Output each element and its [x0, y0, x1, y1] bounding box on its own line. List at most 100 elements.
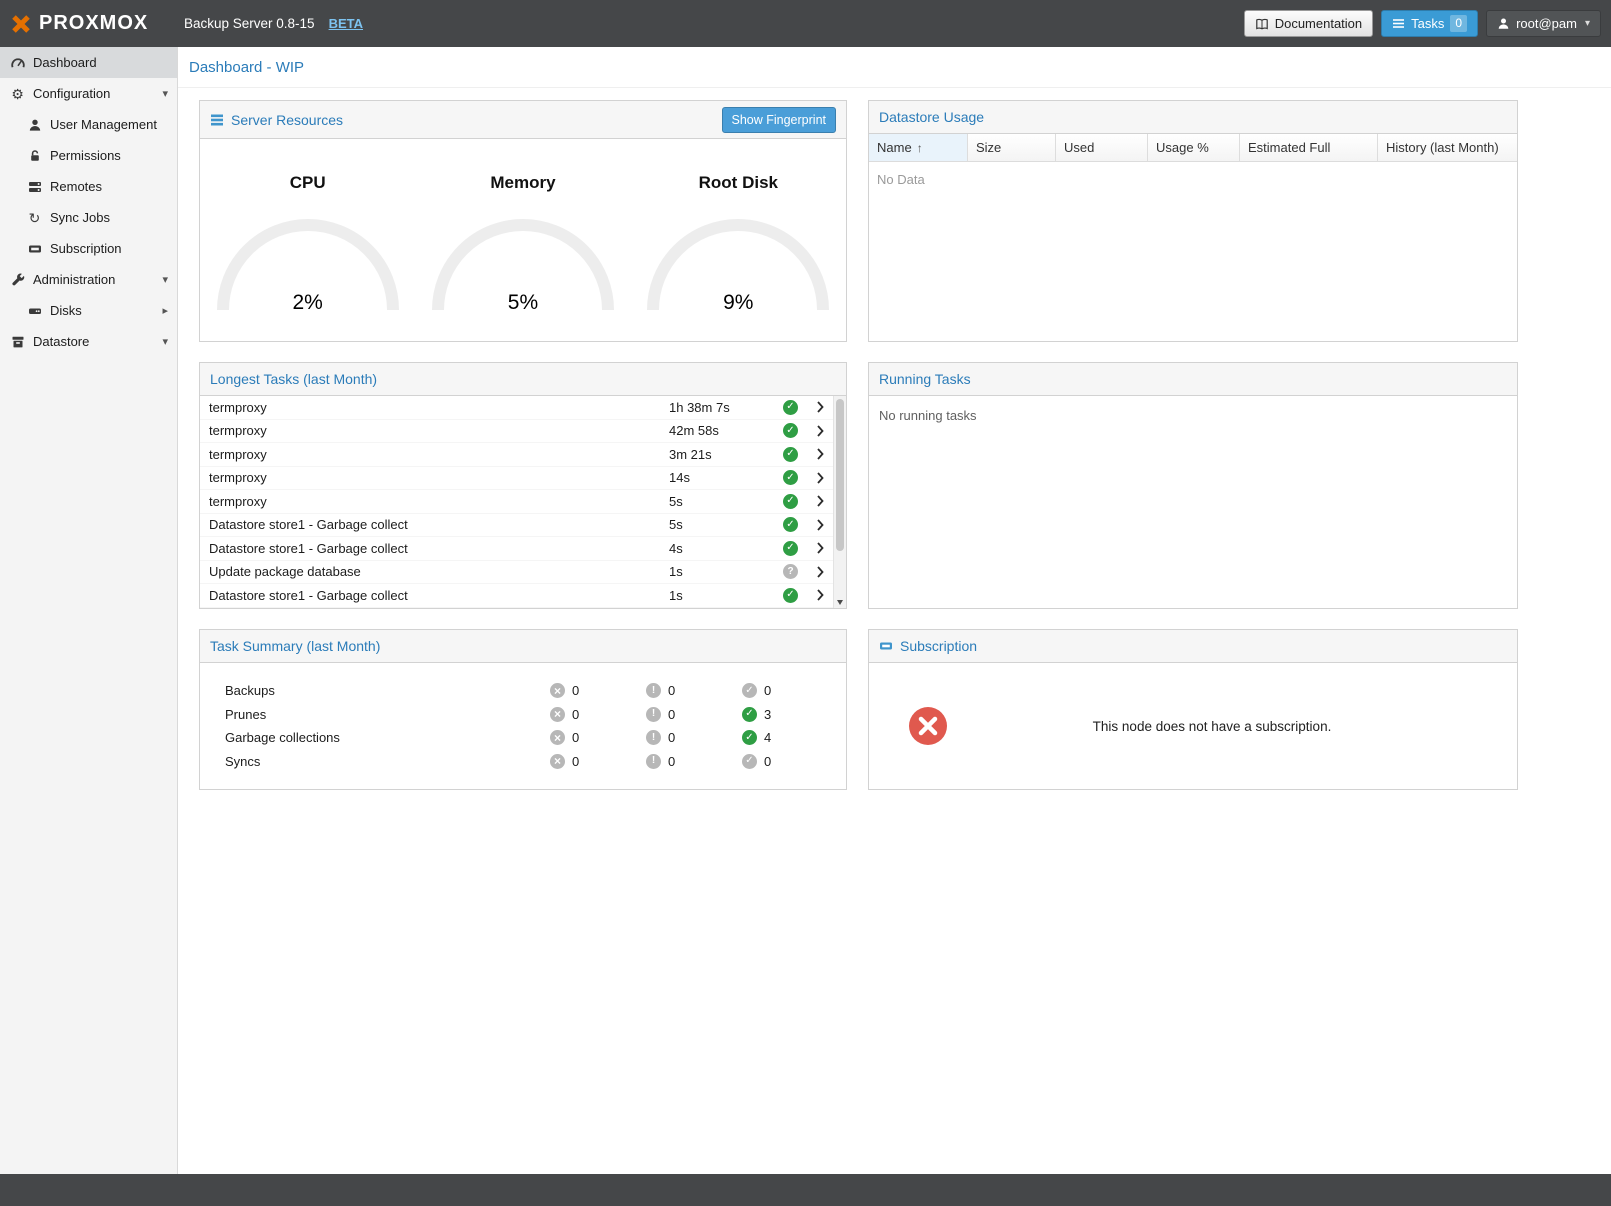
column-header-name[interactable]: Name ↑: [869, 134, 968, 161]
sidebar-item-label: User Management: [50, 117, 157, 132]
task-row[interactable]: termproxy 1h 38m 7s: [200, 396, 833, 420]
task-row[interactable]: termproxy 42m 58s: [200, 420, 833, 444]
scrollbar[interactable]: [833, 396, 846, 608]
task-list-icon: [1392, 17, 1405, 30]
task-status-icon: [783, 447, 798, 462]
book-icon: [1255, 17, 1269, 31]
warning-circle-icon: [646, 730, 661, 745]
column-header-history[interactable]: History (last Month): [1378, 134, 1517, 161]
longest-tasks-header: Longest Tasks (last Month): [200, 363, 846, 396]
task-name: Datastore store1 - Garbage collect: [209, 588, 669, 603]
error-circle-icon: [550, 754, 565, 769]
gauge: CPU 2%: [200, 173, 415, 317]
task-row[interactable]: Datastore store1 - Garbage collect 5s: [200, 514, 833, 538]
ok-count-cell: 0: [742, 754, 838, 769]
subscription-body: This node does not have a subscription.: [869, 663, 1517, 789]
error-count: 0: [572, 683, 579, 698]
task-name: Datastore store1 - Garbage collect: [209, 541, 669, 556]
chevron-right-icon[interactable]: [817, 519, 827, 531]
scroll-down-arrow-icon[interactable]: [837, 600, 843, 605]
task-row[interactable]: termproxy 5s: [200, 490, 833, 514]
archive-icon: [10, 335, 25, 349]
sidebar-item-sync-jobs[interactable]: ↻ Sync Jobs: [0, 202, 177, 233]
gauges-row: CPU 2% Me: [200, 139, 846, 317]
chevron-right-icon[interactable]: [817, 495, 827, 507]
top-bar: PROXMOX Backup Server 0.8-15 BETA Docume…: [0, 0, 1611, 47]
brand-wordmark: PROXMOX: [39, 12, 148, 35]
tachometer-icon: [10, 56, 25, 70]
chevron-right-icon[interactable]: [817, 425, 827, 437]
chevron-right-icon[interactable]: [817, 448, 827, 460]
error-circle-icon: [550, 683, 565, 698]
server-resources-header: Server Resources Show Fingerprint: [200, 101, 846, 139]
error-count-cell: 0: [550, 707, 646, 722]
task-type-label: Backups: [200, 683, 550, 698]
sidebar-item-configuration[interactable]: ⚙ Configuration ▾: [0, 78, 177, 109]
sidebar-item-administration[interactable]: Administration ▾: [0, 264, 177, 295]
no-subscription-icon: [909, 707, 947, 745]
task-duration: 5s: [669, 517, 783, 532]
warning-circle-icon: [646, 683, 661, 698]
wrench-icon: [10, 273, 25, 287]
ok-count-cell: 3: [742, 707, 838, 722]
show-fingerprint-button[interactable]: Show Fingerprint: [722, 107, 837, 133]
sidebar-item-dashboard[interactable]: Dashboard: [0, 47, 177, 78]
sidebar-item-label: Subscription: [50, 241, 122, 256]
gauge-arc: 9%: [643, 215, 833, 317]
tasks-count-badge: 0: [1450, 15, 1467, 32]
task-status-icon: [783, 423, 798, 438]
error-count-cell: 0: [550, 683, 646, 698]
sidebar-item-datastore[interactable]: Datastore ▾: [0, 326, 177, 357]
sidebar-item-label: Sync Jobs: [50, 210, 110, 225]
running-tasks-empty-text: No running tasks: [869, 396, 1517, 608]
sidebar-item-label: Permissions: [50, 148, 121, 163]
chevron-right-icon[interactable]: [817, 566, 827, 578]
documentation-button[interactable]: Documentation: [1244, 10, 1373, 37]
product-version: Backup Server 0.8-15: [184, 16, 315, 31]
gear-icon: ⚙: [10, 87, 25, 101]
ok-count: 4: [764, 730, 771, 745]
warning-count-cell: 0: [646, 707, 742, 722]
task-summary-panel: Task Summary (last Month) Backups 0: [199, 629, 847, 790]
sidebar-item-permissions[interactable]: Permissions: [0, 140, 177, 171]
task-row[interactable]: Datastore store1 - Garbage collect 4s: [200, 537, 833, 561]
gauge: Memory 5%: [415, 173, 630, 317]
task-name: termproxy: [209, 400, 669, 415]
beta-link[interactable]: BETA: [329, 16, 363, 31]
task-duration: 1h 38m 7s: [669, 400, 783, 415]
column-header-usage[interactable]: Usage %: [1148, 134, 1240, 161]
task-row[interactable]: termproxy 3m 21s: [200, 443, 833, 467]
task-duration: 1s: [669, 588, 783, 603]
chevron-right-icon[interactable]: [817, 589, 827, 601]
gauge: Root Disk 9%: [631, 173, 846, 317]
gauge-label: Memory: [415, 173, 630, 193]
task-type-label: Prunes: [200, 707, 550, 722]
task-row[interactable]: Datastore store1 - Garbage collect 1s: [200, 584, 833, 608]
task-status-icon: [783, 517, 798, 532]
scrollbar-thumb[interactable]: [836, 399, 844, 551]
tasks-button[interactable]: Tasks 0: [1381, 10, 1478, 37]
sidebar-item-remotes[interactable]: Remotes: [0, 171, 177, 202]
chevron-right-icon[interactable]: [817, 472, 827, 484]
sidebar-item-disks[interactable]: Disks ▸: [0, 295, 177, 326]
task-duration: 1s: [669, 564, 783, 579]
task-name: termproxy: [209, 423, 669, 438]
task-row[interactable]: termproxy 14s: [200, 467, 833, 491]
column-header-size[interactable]: Size: [968, 134, 1056, 161]
empty-text: No Data: [869, 162, 1517, 197]
task-duration: 42m 58s: [669, 423, 783, 438]
subscription-panel: Subscription This node does not have a s…: [868, 629, 1518, 790]
column-header-estimated-full[interactable]: Estimated Full: [1240, 134, 1378, 161]
sidebar-item-subscription[interactable]: Subscription: [0, 233, 177, 264]
column-header-used[interactable]: Used: [1056, 134, 1148, 161]
error-count-cell: 0: [550, 754, 646, 769]
sidebar-item-user-management[interactable]: User Management: [0, 109, 177, 140]
chevron-right-icon[interactable]: [817, 542, 827, 554]
ok-count-cell: 0: [742, 683, 838, 698]
task-row[interactable]: Update package database 1s: [200, 561, 833, 585]
gauge-value: 2%: [213, 291, 403, 315]
user-menu-button[interactable]: root@pam ▾: [1486, 10, 1601, 37]
chevron-right-icon[interactable]: [817, 401, 827, 413]
page-header: Dashboard - WIP: [178, 47, 1611, 88]
sync-icon: ↻: [27, 211, 42, 225]
